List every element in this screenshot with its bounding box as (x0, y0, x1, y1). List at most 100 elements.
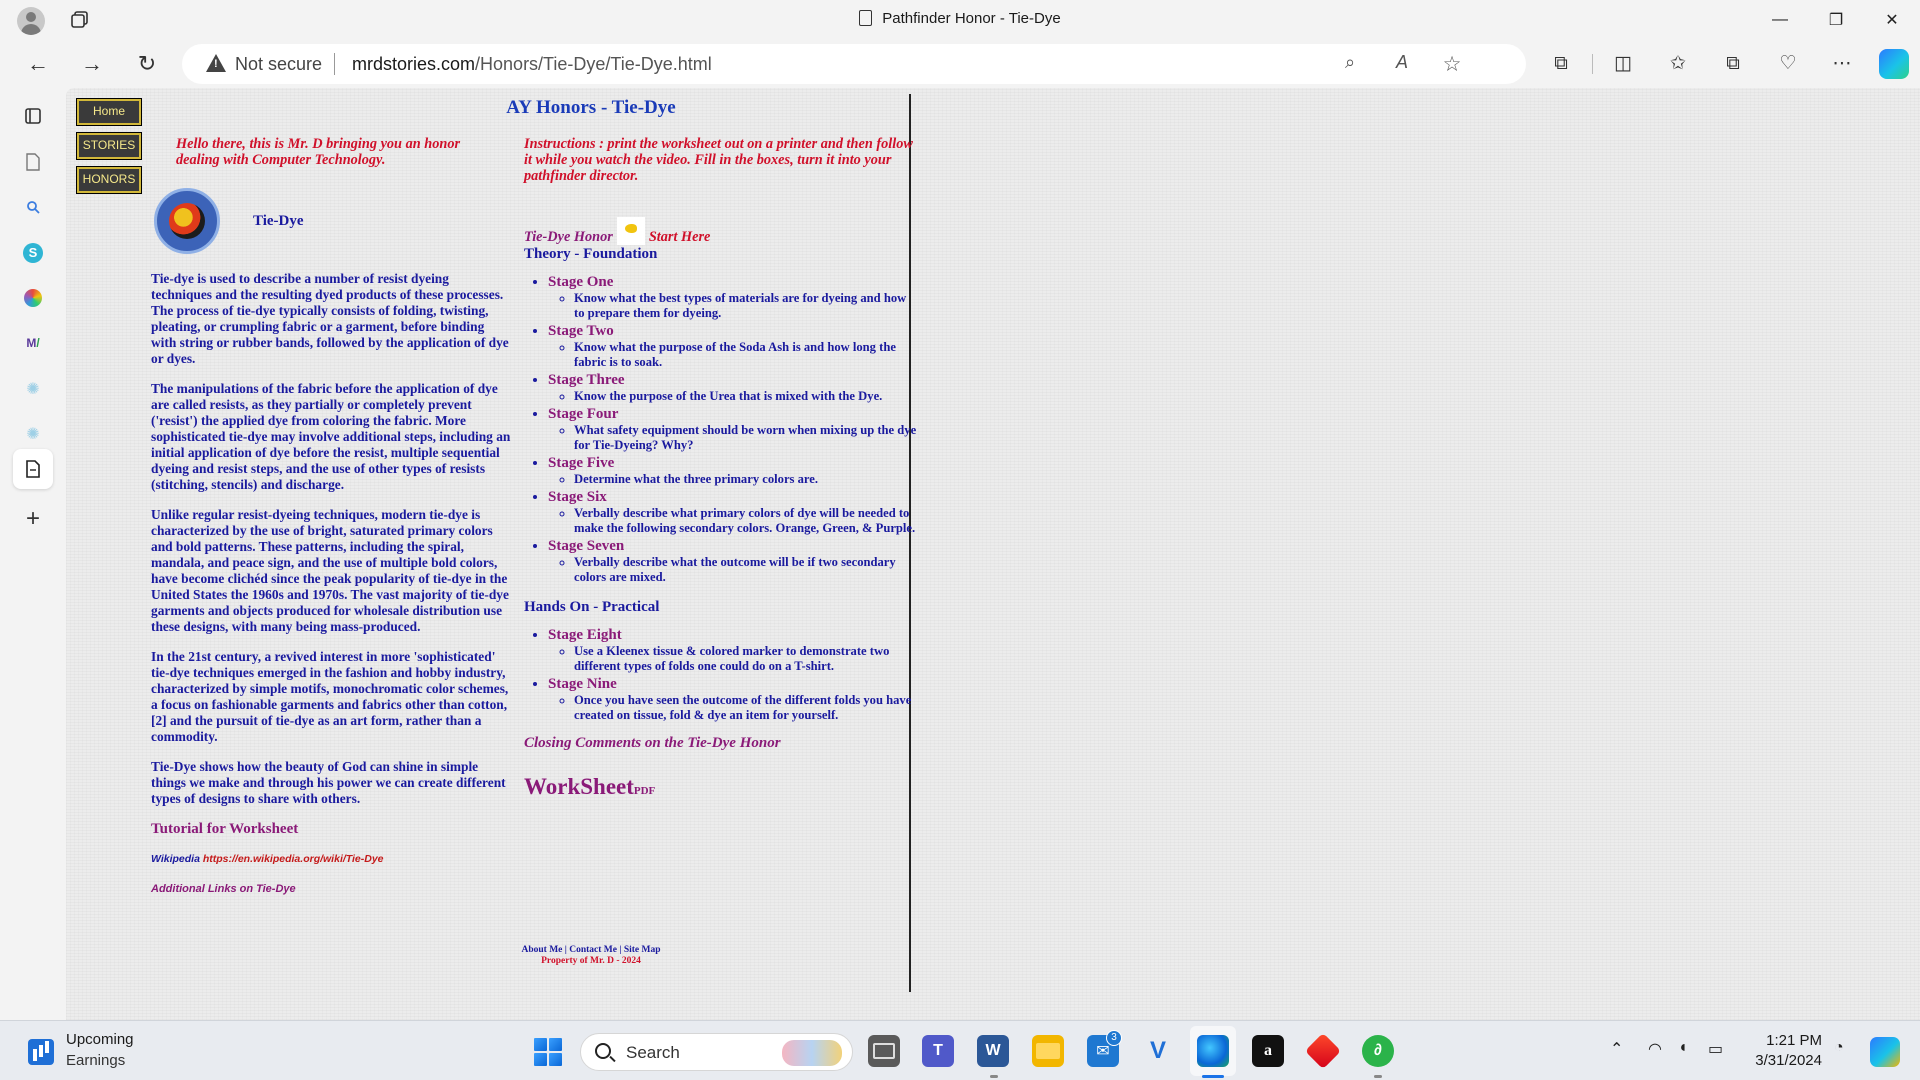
amazon-icon[interactable]: a (1252, 1035, 1284, 1067)
minimize-button[interactable]: — (1752, 0, 1808, 40)
split-screen-icon[interactable]: ◫ (1609, 50, 1637, 78)
warning-icon[interactable] (206, 54, 226, 72)
stage-task: Know what the best types of materials ar… (574, 291, 919, 321)
volume-icon[interactable]: ◖ (1678, 1039, 1688, 1057)
stage-link[interactable]: Stage Two (548, 323, 614, 339)
stage-link[interactable]: Stage Three (548, 372, 625, 388)
app-icon[interactable] (1304, 1032, 1342, 1070)
page-footer: About Me | Contact Me | Site Map Propert… (441, 945, 741, 967)
stage-link[interactable]: Stage Four (548, 406, 618, 422)
microsoft-365-icon[interactable]: M / (18, 328, 48, 358)
back-button[interactable]: ← (20, 46, 56, 82)
wikipedia-label: Wikipedia (151, 853, 200, 865)
pointing-hand-icon[interactable] (616, 217, 645, 245)
stage-item: Stage FourWhat safety equipment should b… (548, 405, 919, 453)
footer-links[interactable]: About Me | Contact Me | Site Map (441, 945, 741, 956)
zoom-icon[interactable]: ⌕ (1338, 52, 1362, 76)
tutorial-link[interactable]: Tutorial for Worksheet (151, 821, 511, 837)
task-view-icon[interactable] (868, 1035, 900, 1067)
refresh-button[interactable]: ↻ (129, 46, 165, 82)
start-here-link[interactable]: Start Here (649, 229, 711, 245)
intro-text: Hello there, this is Mr. D bringing you … (176, 136, 461, 168)
stage-link[interactable]: Stage Five (548, 455, 614, 471)
ai-tool-2-icon[interactable]: ✺ (18, 419, 48, 449)
browser-essentials-icon[interactable]: ♡ (1774, 50, 1802, 78)
games-icon[interactable] (18, 283, 48, 313)
edge-icon[interactable] (1197, 1035, 1229, 1067)
copilot-icon[interactable] (1879, 49, 1909, 79)
paragraph: In the 21st century, a revived interest … (151, 649, 509, 744)
stage-link[interactable]: Stage Seven (548, 538, 624, 554)
stage-task: Know what the purpose of the Soda Ash is… (574, 340, 919, 370)
add-icon[interactable]: + (18, 504, 48, 534)
search-icon[interactable] (18, 192, 48, 222)
address-bar[interactable]: Not secure mrdstories.com/Honors/Tie-Dye… (182, 44, 1526, 84)
widget-subtitle[interactable]: Earnings (66, 1052, 125, 1069)
wifi-icon[interactable]: ◠ (1648, 1039, 1662, 1059)
nav-honors-button[interactable]: HONORS (76, 166, 142, 194)
nav-stories-button[interactable]: STORIES (76, 132, 142, 160)
ai-tool-icon[interactable]: ✺ (18, 374, 48, 404)
url-text[interactable]: mrdstories.com/Honors/Tie-Dye/Tie-Dye.ht… (352, 54, 712, 75)
stocks-widget-icon[interactable] (28, 1039, 54, 1065)
closing-comments-link[interactable]: Closing Comments on the Tie-Dye Honor (524, 735, 919, 752)
active-page-icon[interactable] (13, 449, 53, 489)
honor-label[interactable]: Tie-Dye Honor (524, 229, 613, 245)
extensions-icon[interactable]: ⧉ (1547, 50, 1575, 78)
nav-home-button[interactable]: Home (76, 98, 142, 126)
notifications-icon[interactable]: ◔ (1834, 1039, 1844, 1057)
battery-icon[interactable]: ▭ (1708, 1039, 1723, 1059)
search-placeholder: Search (626, 1043, 680, 1062)
edge-running-indicator (1202, 1075, 1224, 1078)
search-icon (595, 1043, 611, 1059)
page-icon (859, 10, 873, 26)
stage-link[interactable]: Stage One (548, 274, 613, 290)
more-menu-icon[interactable]: ⋯ (1828, 50, 1856, 78)
worksheet-label: WorkSheet (524, 774, 634, 799)
copilot-taskbar-icon[interactable] (1870, 1037, 1900, 1067)
close-button[interactable]: ✕ (1864, 0, 1920, 40)
logo-label: Tie-Dye (253, 213, 304, 229)
clock-time: 1:21 PM (1766, 1032, 1822, 1049)
page-icon[interactable] (18, 147, 48, 177)
honor-column: Instructions : print the worksheet out o… (524, 136, 919, 799)
description-column: Tie-dye is used to describe a number of … (151, 271, 511, 911)
system-clock[interactable]: 1:21 PM 3/31/2024 (1748, 1031, 1822, 1071)
green-app-icon[interactable]: ∂ (1362, 1035, 1394, 1067)
stage-item: Stage NineOnce you have seen the outcome… (548, 675, 919, 723)
word-icon[interactable]: W (977, 1035, 1009, 1067)
forward-button[interactable]: → (74, 46, 110, 82)
stage-link[interactable]: Stage Six (548, 489, 607, 505)
teams-icon[interactable]: T (922, 1035, 954, 1067)
stage-task: What safety equipment should be worn whe… (574, 423, 919, 453)
wikipedia-link[interactable]: https://en.wikipedia.org/wiki/Tie-Dye (203, 853, 384, 865)
stage-item: Stage FiveDetermine what the three prima… (548, 454, 919, 487)
taskbar-search[interactable]: Search (580, 1033, 853, 1071)
honor-start-line: Tie-Dye Honor Start Here (524, 217, 710, 246)
stage-link[interactable]: Stage Eight (548, 627, 622, 643)
tab-actions-icon[interactable] (18, 101, 48, 131)
skype-icon[interactable]: S (18, 238, 48, 268)
address-divider (334, 53, 335, 75)
worksheet-pdf-label: PDF (633, 785, 656, 797)
stage-task: Verbally describe what primary colors of… (574, 506, 919, 536)
worksheet-link[interactable]: WorkSheetPDF (524, 774, 919, 800)
stage-item: Stage ThreeKnow the purpose of the Urea … (548, 371, 919, 404)
vpn-icon[interactable]: V (1142, 1035, 1174, 1067)
file-explorer-icon[interactable] (1032, 1035, 1064, 1067)
widget-title[interactable]: Upcoming (66, 1031, 134, 1048)
collections-icon[interactable]: ⧉ (1719, 50, 1747, 78)
stage-link[interactable]: Stage Nine (548, 676, 617, 692)
theory-stage-list: Stage OneKnow what the best types of mat… (548, 273, 919, 585)
browser-titlebar: Pathfinder Honor - Tie-Dye — ❐ ✕ (0, 0, 1920, 40)
show-hidden-icons[interactable]: ⌃ (1610, 1039, 1623, 1059)
wikipedia-line: Wikipedia https://en.wikipedia.org/wiki/… (151, 851, 511, 867)
favorites-icon[interactable]: ✩ (1664, 50, 1692, 78)
read-aloud-icon[interactable]: A (1390, 52, 1414, 76)
hands-on-stage-list: Stage EightUse a Kleenex tissue & colore… (548, 626, 919, 723)
security-label[interactable]: Not secure (235, 54, 322, 75)
start-button-icon[interactable] (534, 1038, 562, 1066)
favorite-star-icon[interactable]: ☆ (1440, 52, 1464, 76)
additional-links[interactable]: Additional Links on Tie-Dye (151, 881, 511, 897)
restore-button[interactable]: ❐ (1808, 0, 1864, 40)
